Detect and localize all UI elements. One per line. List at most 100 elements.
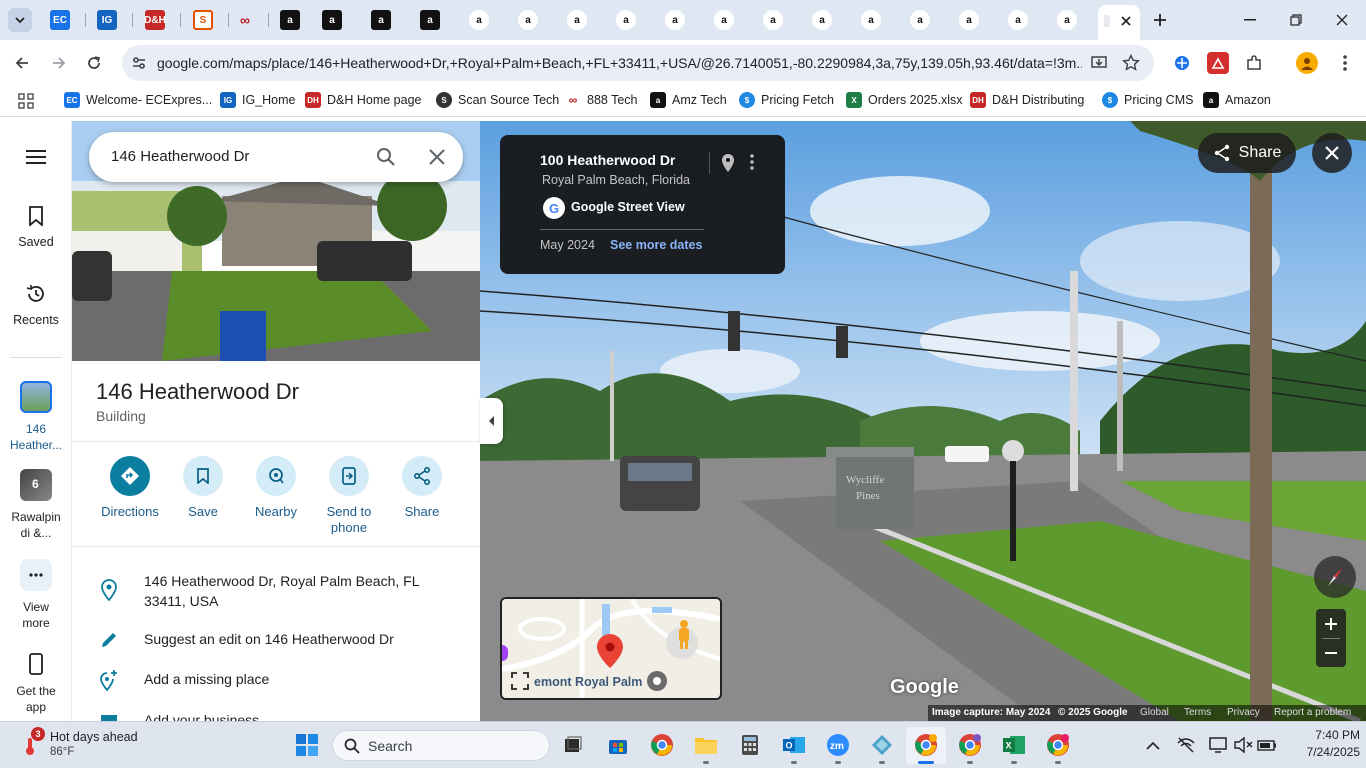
- tab-amazon-smile-icon[interactable]: a: [518, 10, 538, 30]
- bookmark-pricing-cms[interactable]: $ Pricing CMS: [1102, 92, 1193, 108]
- rail-recents[interactable]: Recents: [0, 281, 72, 327]
- weather-widget[interactable]: 3 Hot days ahead 86°F: [14, 727, 174, 763]
- tab-888-icon[interactable]: ∞: [235, 10, 255, 30]
- share-button[interactable]: Share: [382, 456, 462, 519]
- zoom-out-icon[interactable]: [1316, 638, 1346, 667]
- tab-search-icon[interactable]: [8, 8, 32, 32]
- close-tab-icon[interactable]: [1118, 13, 1134, 29]
- tab-ec-icon[interactable]: EC: [50, 10, 70, 30]
- tab-amazon-smile-icon[interactable]: a: [959, 10, 979, 30]
- profile-avatar[interactable]: [1296, 52, 1318, 74]
- add-missing-place-text[interactable]: Add a missing place: [144, 669, 444, 689]
- bookmark-amz-tech[interactable]: a Amz Tech: [650, 92, 727, 108]
- chrome-taskbar-icon[interactable]: [648, 731, 676, 759]
- bookmark-orders-xlsx[interactable]: X Orders 2025.xlsx: [846, 92, 962, 108]
- street-view-canvas[interactable]: Wycliffe Pines 100 Heatherwood Dr Royal …: [480, 121, 1366, 721]
- forward-icon[interactable]: [46, 50, 72, 76]
- pegman-icon[interactable]: [677, 619, 691, 649]
- menu-hamburger-icon[interactable]: [25, 149, 47, 167]
- search-input[interactable]: 146 Heatherwood Dr: [111, 148, 249, 165]
- extension-pdf-icon[interactable]: [1207, 52, 1229, 74]
- start-button[interactable]: [293, 731, 321, 759]
- microsoft-store-icon[interactable]: [604, 731, 632, 759]
- tab-amazon-smile-icon[interactable]: a: [616, 10, 636, 30]
- tab-amazon-icon[interactable]: a: [420, 10, 440, 30]
- address-bar[interactable]: google.com/maps/place/146+Heatherwood+Dr…: [122, 45, 1154, 81]
- tab-ig-icon[interactable]: IG: [97, 10, 117, 30]
- send-to-phone-button[interactable]: Send to phone: [309, 456, 389, 536]
- minimize-icon[interactable]: [1227, 8, 1273, 32]
- network-offline-icon[interactable]: [1176, 735, 1196, 755]
- tab-amazon-smile-icon[interactable]: a: [469, 10, 489, 30]
- terms-link[interactable]: Terms: [1184, 707, 1211, 718]
- chrome-active-app[interactable]: [906, 727, 946, 764]
- save-button[interactable]: Save: [163, 456, 243, 519]
- bookmark-888-tech[interactable]: ∞ 888 Tech: [565, 92, 638, 108]
- tab-amazon-smile-icon[interactable]: a: [861, 10, 881, 30]
- bookmark-star-icon[interactable]: [1121, 53, 1141, 72]
- battery-icon[interactable]: [1256, 735, 1278, 755]
- back-icon[interactable]: [9, 50, 35, 76]
- see-more-dates-link[interactable]: See more dates: [610, 238, 702, 252]
- rail-recent-rawalpindi[interactable]: 6 Rawalpin di &...: [0, 469, 72, 541]
- bookmark-amazon[interactable]: a Amazon: [1203, 92, 1271, 108]
- privacy-link[interactable]: Privacy: [1227, 707, 1260, 718]
- active-tab-maps[interactable]: [1098, 5, 1140, 40]
- install-app-icon[interactable]: [1090, 54, 1108, 72]
- extension-crosshair-icon[interactable]: [1171, 52, 1193, 74]
- display-icon[interactable]: [1208, 735, 1228, 755]
- apps-grid-icon[interactable]: [18, 93, 34, 109]
- collapse-panel-button[interactable]: [480, 398, 503, 444]
- tab-amazon-smile-icon[interactable]: a: [910, 10, 930, 30]
- street-view-share-button[interactable]: Share: [1198, 133, 1296, 173]
- zoom-app-icon[interactable]: zm: [824, 731, 852, 759]
- add-business-text[interactable]: Add your business: [144, 710, 444, 721]
- outlook-icon[interactable]: O: [780, 731, 808, 759]
- app-diamond-icon[interactable]: [868, 731, 896, 759]
- directions-button[interactable]: Directions: [90, 456, 170, 519]
- bookmark-scan-source[interactable]: S Scan Source Tech: [436, 92, 559, 108]
- tab-amazon-smile-icon[interactable]: a: [812, 10, 832, 30]
- rail-get-app[interactable]: Get the app: [0, 651, 72, 715]
- task-view-icon[interactable]: [559, 731, 587, 759]
- url-text[interactable]: google.com/maps/place/146+Heatherwood+Dr…: [157, 55, 1082, 71]
- volume-muted-icon[interactable]: [1233, 735, 1253, 755]
- close-street-view-button[interactable]: [1312, 133, 1352, 173]
- tab-amazon-icon[interactable]: a: [280, 10, 300, 30]
- tab-amazon-smile-icon[interactable]: a: [763, 10, 783, 30]
- place-category[interactable]: Building: [96, 408, 146, 424]
- tab-amazon-icon[interactable]: a: [371, 10, 391, 30]
- show-hidden-icons-icon[interactable]: [1146, 738, 1160, 752]
- rail-saved[interactable]: Saved: [0, 203, 72, 249]
- clear-search-icon[interactable]: [428, 148, 446, 166]
- bookmark-ig-home[interactable]: IG IG_Home: [220, 92, 296, 108]
- chrome-menu-icon[interactable]: [1334, 52, 1356, 74]
- taskbar-search-box[interactable]: Search: [332, 730, 550, 761]
- restore-icon[interactable]: [1273, 8, 1319, 32]
- extensions-puzzle-icon[interactable]: [1243, 52, 1265, 74]
- global-link[interactable]: Global: [1140, 707, 1169, 718]
- report-problem-link[interactable]: Report a problem: [1274, 707, 1351, 718]
- nearby-button[interactable]: Nearby: [236, 456, 316, 519]
- suggest-edit-text[interactable]: Suggest an edit on 146 Heatherwood Dr: [144, 629, 464, 649]
- rail-view-more[interactable]: View more: [0, 559, 72, 631]
- site-info-icon[interactable]: [131, 55, 147, 71]
- tab-amazon-smile-icon[interactable]: a: [1057, 10, 1077, 30]
- reload-icon[interactable]: [81, 50, 107, 76]
- zoom-in-icon[interactable]: [1316, 609, 1346, 638]
- calculator-icon[interactable]: [736, 731, 764, 759]
- more-options-icon[interactable]: [749, 153, 757, 173]
- tab-amazon-smile-icon[interactable]: a: [1008, 10, 1028, 30]
- bookmark-ecexpress[interactable]: EC Welcome- ECExpres...: [64, 92, 212, 108]
- location-pin-icon[interactable]: [721, 153, 737, 173]
- search-box[interactable]: 146 Heatherwood Dr: [89, 132, 463, 182]
- new-tab-icon[interactable]: [1150, 10, 1170, 30]
- file-explorer-icon[interactable]: [692, 731, 720, 759]
- tab-sigma-icon[interactable]: S: [193, 10, 213, 30]
- close-window-icon[interactable]: [1319, 8, 1365, 32]
- rail-recent-place[interactable]: 146 Heather...: [0, 381, 72, 453]
- mini-map[interactable]: emont Royal Palm: [500, 597, 722, 700]
- tab-amazon-smile-icon[interactable]: a: [567, 10, 587, 30]
- bookmark-pricing-fetch[interactable]: $ Pricing Fetch: [739, 92, 834, 108]
- bookmark-dh-home[interactable]: DH D&H Home page: [305, 92, 422, 108]
